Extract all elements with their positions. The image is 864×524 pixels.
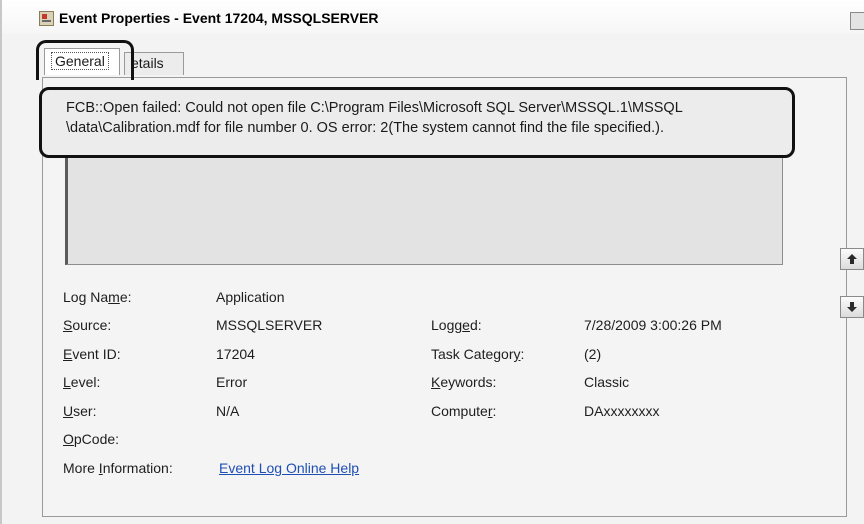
task-category-value: (2) <box>584 346 602 362</box>
source-value: MSSQLSERVER <box>216 317 323 333</box>
event-id-label: Event ID: <box>63 346 121 362</box>
level-value: Error <box>216 374 248 390</box>
keywords-label: Keywords: <box>431 374 497 390</box>
event-properties-window: Event Properties - Event 17204, MSSQLSER… <box>0 0 864 524</box>
event-id-value: 17204 <box>216 346 255 362</box>
more-information-label: More Information: <box>63 460 173 476</box>
window-title: Event Properties - Event 17204, MSSQLSER… <box>59 10 379 26</box>
level-label: Level: <box>63 374 101 390</box>
title-bar[interactable]: Event Properties - Event 17204, MSSQLSER… <box>2 0 864 34</box>
log-name-value: Application <box>216 289 285 305</box>
user-value: N/A <box>216 403 240 419</box>
log-name-label: Log Name: <box>63 289 132 305</box>
keywords-value: Classic <box>584 374 630 390</box>
arrow-up-icon <box>847 254 857 264</box>
opcode-label: OpCode: <box>63 431 120 447</box>
computer-value: DAxxxxxxxx <box>584 403 660 419</box>
user-label: User: <box>63 403 97 419</box>
computer-label: Computer: <box>431 403 497 419</box>
event-log-online-help-link[interactable]: Event Log Online Help <box>219 460 359 476</box>
arrow-down-icon <box>847 302 857 312</box>
next-event-button[interactable] <box>840 296 864 318</box>
window-control-button[interactable] <box>850 12 864 30</box>
tab-highlight-outline <box>36 40 134 80</box>
tab-details-label: etails <box>131 55 164 71</box>
logged-label: Logged: <box>431 317 482 333</box>
logged-value: 7/28/2009 3:00:26 PM <box>584 317 722 333</box>
previous-event-button[interactable] <box>840 248 864 270</box>
task-category-label: Task Category: <box>431 346 525 362</box>
event-description: FCB::Open failed: Could not open file C:… <box>66 100 683 136</box>
source-label: Source: <box>63 317 112 333</box>
description-callout: FCB::Open failed: Could not open file C:… <box>39 87 795 158</box>
event-viewer-icon <box>39 11 54 26</box>
